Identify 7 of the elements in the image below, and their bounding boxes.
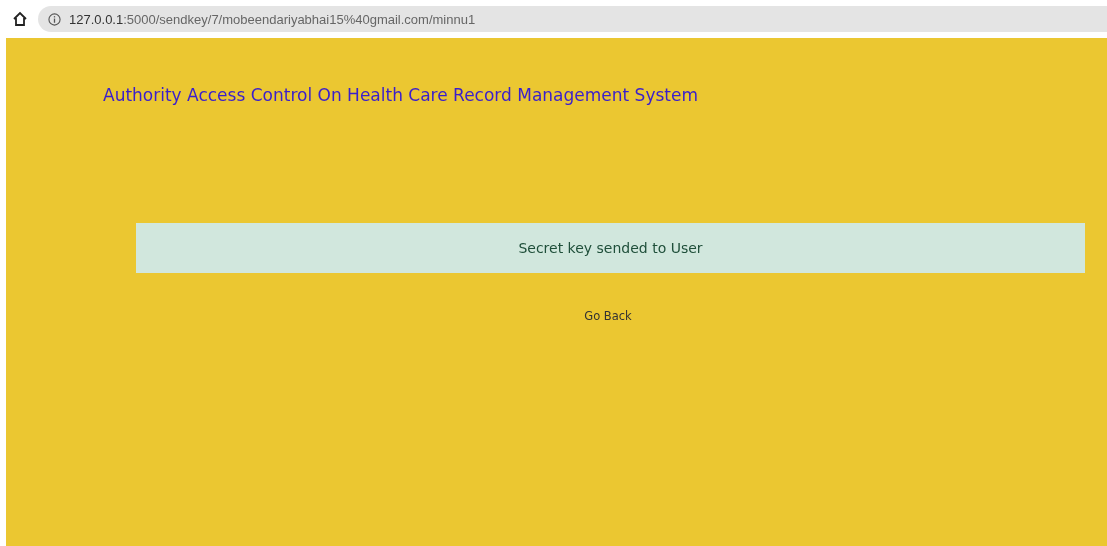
- info-icon[interactable]: [48, 12, 61, 26]
- success-alert: Secret key sended to User: [136, 223, 1085, 273]
- page-title: Authority Access Control On Health Care Record Management System: [103, 85, 700, 105]
- address-bar[interactable]: 127.0.0.1:5000/sendkey/7/mobeendariyabhai15%40gmail.com/minnu1: [38, 6, 1107, 32]
- go-back-link[interactable]: Go Back: [584, 309, 632, 323]
- home-icon[interactable]: [12, 11, 28, 27]
- url-text: 127.0.0.1:5000/sendkey/7/mobeendariyabhai15%40gmail.com/minnu1: [69, 11, 476, 27]
